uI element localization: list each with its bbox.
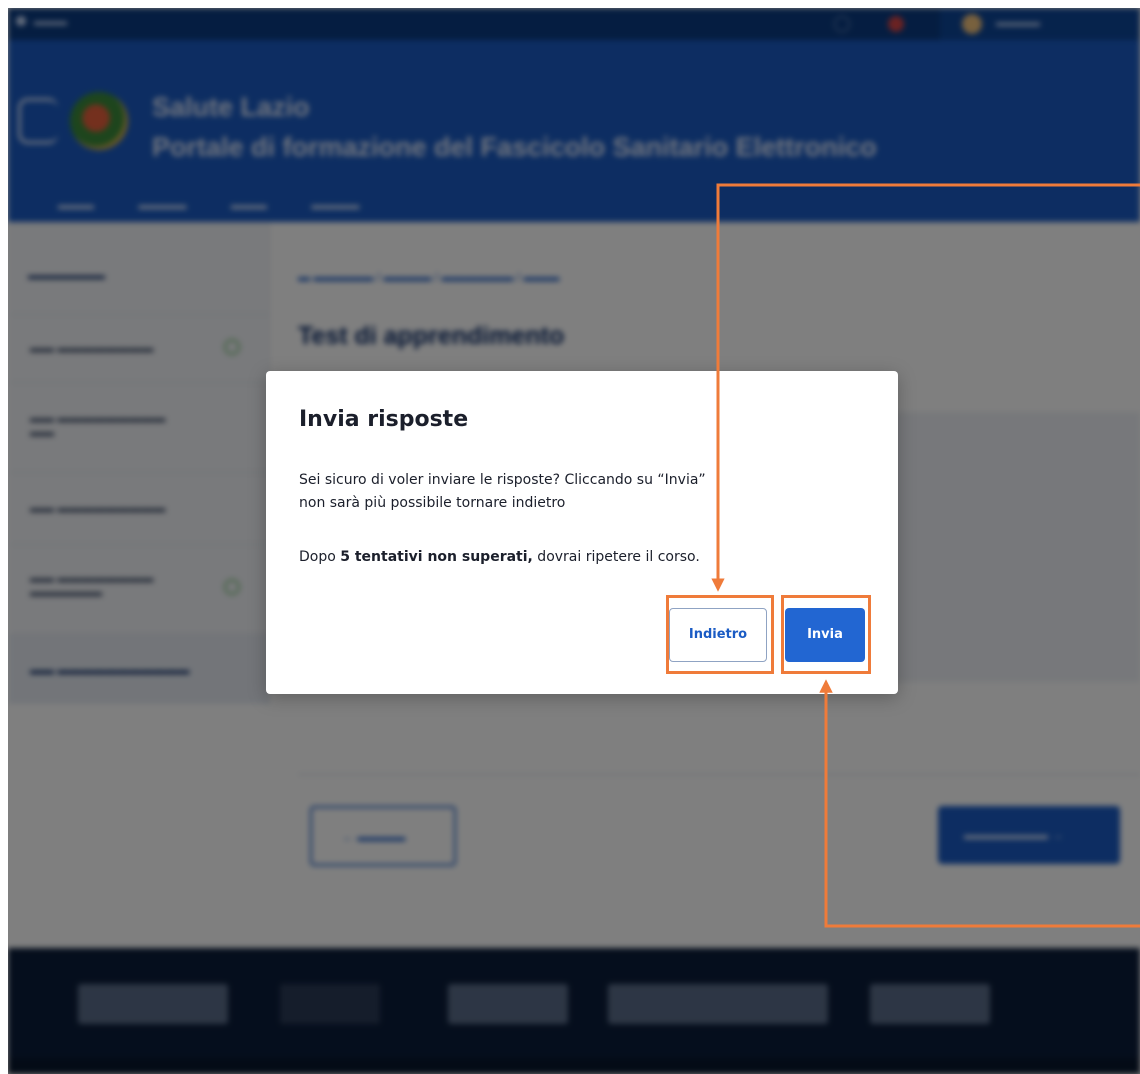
dialog-message-line2: non sarà più possibile tornare indietro [299,495,566,511]
send-button-highlight [781,595,871,674]
back-button-highlight [666,595,774,674]
note-suffix: dovrai ripetere il corso. [532,549,700,565]
dialog-message-line1: Sei sicuro di voler inviare le risposte?… [299,472,706,488]
dialog-attempts-note: Dopo 5 tentativi non superati, dovrai ri… [299,549,819,565]
app-window: ▬▬▬ ▬▬▬▬ Salute Lazio Portale di formazi… [8,8,1140,1074]
note-prefix: Dopo [299,549,341,565]
dialog-message: Sei sicuro di voler inviare le risposte?… [299,469,769,515]
dialog-title: Invia risposte [299,407,469,432]
note-bold: 5 tentativi non superati, [340,549,533,565]
